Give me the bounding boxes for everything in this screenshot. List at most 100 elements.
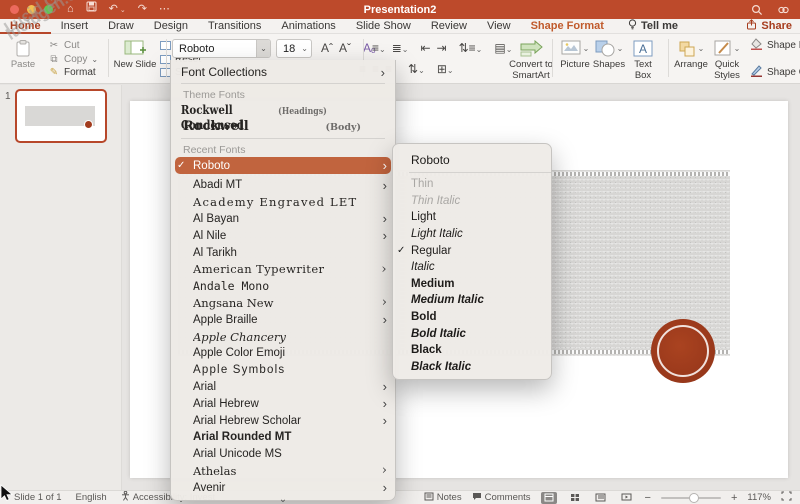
submenu-arrow-icon: ›: [383, 414, 387, 427]
zoom-slider-knob[interactable]: [689, 493, 699, 503]
slide-thumbnail[interactable]: [15, 89, 107, 143]
font-variant-item[interactable]: ✓ Black: [393, 342, 551, 359]
zoom-out-icon[interactable]: −: [645, 492, 651, 504]
normal-view-button[interactable]: [541, 492, 557, 504]
redo-icon[interactable]: ↷: [138, 0, 147, 19]
font-list-item[interactable]: ✓ Al Nile ›: [171, 227, 395, 244]
ribbon-tab[interactable]: Transitions: [198, 19, 271, 34]
decrease-font-size-button[interactable]: Aˇ: [336, 39, 354, 58]
zoom-window-button[interactable]: [44, 5, 53, 14]
ribbon-tab[interactable]: Animations: [271, 19, 345, 34]
search-icon[interactable]: [751, 4, 763, 16]
font-variant-item[interactable]: ✓ Medium Italic: [393, 292, 551, 309]
comments-button[interactable]: Comments: [472, 492, 531, 504]
status-bar: Slide 1 of 1 English Accessibility: Inve…: [0, 490, 800, 504]
copy-button[interactable]: ⧉Copy⌄: [48, 53, 98, 66]
theme-font-item[interactable]: Rockwell Condensed (Headings): [171, 102, 355, 119]
ribbon-tab[interactable]: Insert: [51, 19, 99, 34]
shape-fill-button[interactable]: Shape Fill⌄: [750, 39, 800, 52]
font-collections-item[interactable]: Font Collections ›: [171, 63, 395, 81]
font-variant-item[interactable]: ✓ Regular: [393, 242, 551, 259]
red-stamp-shape[interactable]: [651, 319, 715, 383]
font-list-item[interactable]: ✓ Andale Mono ›: [171, 278, 395, 295]
line-spacing-button[interactable]: ⇅≡⌄: [456, 39, 486, 57]
font-name-combobox[interactable]: Roboto ⌄: [172, 39, 271, 58]
font-list-item[interactable]: ✓ Apple Chancery ›: [171, 328, 395, 345]
font-list-item[interactable]: ✓ Al Bayan ›: [171, 211, 395, 228]
font-list-item[interactable]: ✓ Arial Rounded MT ›: [171, 429, 395, 446]
bullets-button[interactable]: ≡⌄: [369, 39, 389, 57]
font-list-item[interactable]: ✓ Angsana New ›: [171, 295, 395, 312]
increase-font-size-button[interactable]: Aˆ: [318, 39, 336, 58]
share-link-icon[interactable]: [777, 4, 790, 16]
font-list-item[interactable]: ✓ Arial ›: [171, 379, 395, 396]
minimize-window-button[interactable]: [27, 5, 36, 14]
slide-sorter-icon[interactable]: [567, 492, 583, 504]
shapes-button[interactable]: ⌄ Shapes: [592, 37, 626, 81]
font-size-combobox[interactable]: 18 ⌄: [276, 39, 312, 58]
font-list-item[interactable]: ✓ Arial Unicode MS ›: [171, 446, 395, 463]
font-list-item[interactable]: ✓ Avenir ›: [171, 479, 395, 496]
decrease-indent-button[interactable]: ⇤: [417, 39, 433, 57]
font-variant-item[interactable]: ✓ Light Italic: [393, 226, 551, 243]
format-painter-button[interactable]: ✎Format: [48, 66, 98, 79]
font-dropdown-button[interactable]: ⌄: [256, 40, 270, 57]
picture-button[interactable]: ⌄ Picture: [558, 37, 592, 81]
text-direction-button[interactable]: ⇅⌄: [405, 60, 428, 78]
undo-icon[interactable]: ↶ ⌄: [109, 0, 126, 20]
ribbon-tab[interactable]: Home: [0, 19, 51, 34]
font-list-item[interactable]: ✓ Arial Hebrew Scholar ›: [171, 412, 395, 429]
ribbon-tab[interactable]: Review: [421, 19, 477, 34]
save-icon[interactable]: [86, 0, 97, 19]
font-list-item[interactable]: ✓ Arial Hebrew ›: [171, 395, 395, 412]
font-list-item[interactable]: ✓ Athelas ›: [171, 463, 395, 480]
ribbon-tab[interactable]: View: [477, 19, 521, 34]
more-icon[interactable]: ⋯: [159, 0, 170, 19]
recent-font-item-roboto[interactable]: ✓ Roboto ›: [175, 157, 391, 174]
font-variant-item[interactable]: ✓ Bold Italic: [393, 325, 551, 342]
paste-button[interactable]: Paste: [6, 37, 40, 79]
shape-outline-button[interactable]: Shape Outline⌄: [750, 66, 800, 79]
font-variant-item[interactable]: ✓ Thin Italic: [393, 193, 551, 210]
ribbon-tab[interactable]: Slide Show: [346, 19, 421, 34]
share-button[interactable]: Share: [746, 19, 792, 33]
close-window-button[interactable]: [10, 5, 19, 14]
font-variant-item[interactable]: ✓ Medium: [393, 276, 551, 293]
ribbon-tab[interactable]: Shape Format: [521, 19, 614, 34]
notes-button[interactable]: Notes: [424, 492, 462, 504]
font-list-item[interactable]: ✓ American Typewriter ›: [171, 261, 395, 278]
increase-indent-button[interactable]: ⇥: [434, 39, 450, 57]
font-variant-item[interactable]: ✓ Light: [393, 209, 551, 226]
numbering-button[interactable]: ≣⌄: [389, 39, 412, 57]
text-box-button[interactable]: A Text Box: [626, 37, 660, 81]
zoom-slider[interactable]: [661, 497, 721, 499]
home-icon[interactable]: ⌂: [67, 0, 74, 19]
font-variant-item[interactable]: ✓ Thin: [393, 176, 551, 193]
fit-window-icon[interactable]: [781, 491, 792, 504]
font-variant-item[interactable]: ✓ Bold: [393, 309, 551, 326]
font-list-item[interactable]: ✓ Apple Color Emoji ›: [171, 345, 395, 362]
ribbon-tab[interactable]: Draw: [98, 19, 144, 34]
arrange-button[interactable]: ⌄ Arrange: [674, 37, 708, 81]
language-button[interactable]: English: [76, 492, 107, 503]
font-list-item[interactable]: ✓ Apple Braille ›: [171, 311, 395, 328]
menu-scroll-down-icon[interactable]: ⌄: [171, 496, 395, 504]
font-variant-item[interactable]: ✓ Black Italic: [393, 359, 551, 376]
convert-to-smartart-button[interactable]: Convert to SmartArt: [508, 37, 554, 81]
font-list-item[interactable]: ✓ Apple Symbols ›: [171, 362, 395, 379]
ribbon-tab[interactable]: Design: [144, 19, 198, 34]
font-variant-submenu: Roboto ✓ Thin ✓ Thin Italic ✓ Light ✓ Li…: [392, 143, 552, 380]
font-list-item[interactable]: ✓ Academy Engraved LET ›: [171, 194, 395, 211]
cut-button[interactable]: ✂Cut: [48, 39, 98, 52]
new-slide-button[interactable]: New Slide.: [116, 37, 154, 81]
font-list-item[interactable]: ✓ Abadi MT ›: [171, 177, 395, 194]
font-variant-item[interactable]: ✓ Italic: [393, 259, 551, 276]
zoom-in-icon[interactable]: +: [731, 492, 737, 504]
zoom-level[interactable]: 117%: [747, 492, 771, 503]
slideshow-icon[interactable]: [619, 492, 635, 504]
align-text-button[interactable]: ⊞⌄: [434, 60, 457, 78]
font-list-item[interactable]: ✓ Al Tarikh ›: [171, 244, 395, 261]
tell-me-button[interactable]: Tell me: [618, 19, 688, 34]
quick-styles-button[interactable]: ⌄ Quick Styles: [708, 37, 746, 81]
reading-view-icon[interactable]: [593, 492, 609, 504]
